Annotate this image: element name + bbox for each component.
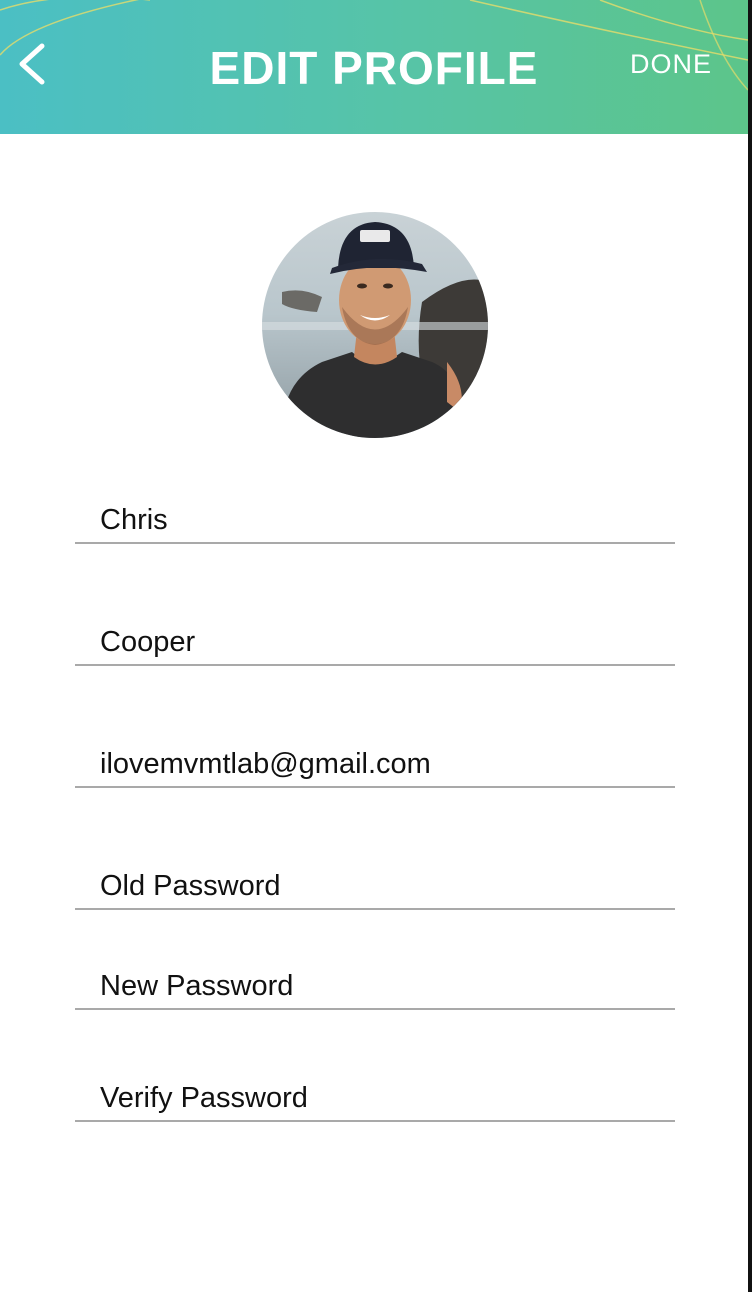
old-password-field	[75, 850, 675, 910]
verify-password-input[interactable]	[100, 1078, 660, 1118]
new-password-field	[75, 950, 675, 1010]
email-field	[75, 728, 675, 788]
profile-photo	[262, 212, 488, 438]
last-name-field	[75, 606, 675, 666]
header-bar: EDIT PROFILE DONE	[0, 0, 748, 134]
verify-password-field	[75, 1062, 675, 1122]
done-button[interactable]: DONE	[630, 48, 712, 80]
screen-edge	[748, 0, 752, 1292]
email-input[interactable]	[100, 744, 660, 784]
last-name-input[interactable]	[100, 622, 660, 662]
first-name-field	[75, 484, 675, 544]
avatar[interactable]	[262, 212, 488, 438]
first-name-input[interactable]	[100, 500, 660, 540]
new-password-input[interactable]	[100, 966, 660, 1006]
old-password-input[interactable]	[100, 866, 660, 906]
